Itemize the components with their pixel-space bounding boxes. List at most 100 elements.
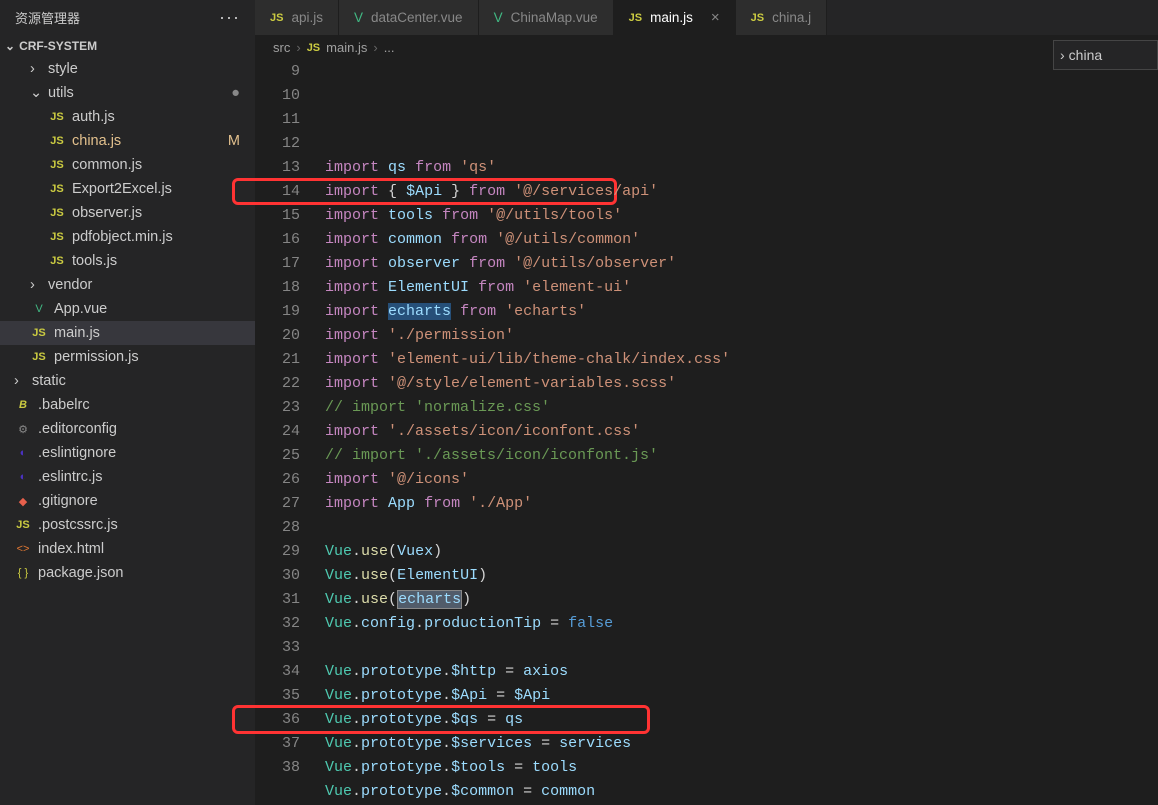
tree-item-observer-js[interactable]: JS observer.js bbox=[0, 201, 255, 225]
tree-item--eslintignore[interactable]: ◐.eslintignore bbox=[0, 441, 255, 465]
tree-item--gitignore[interactable]: ◆.gitignore bbox=[0, 489, 255, 513]
tree-item-label: observer.js bbox=[72, 205, 142, 221]
code-line[interactable]: import ElementUI from 'element-ui' bbox=[325, 276, 1158, 300]
breadcrumb-src[interactable]: src bbox=[273, 40, 290, 55]
code-line[interactable]: import App from './App' bbox=[325, 492, 1158, 516]
chevron-down-icon: ⌄ bbox=[5, 39, 15, 53]
line-number: 12 bbox=[255, 132, 300, 156]
tree-item-auth-js[interactable]: JSauth.js bbox=[0, 105, 255, 129]
vue-icon: V bbox=[354, 10, 363, 25]
tree-item--editorconfig[interactable]: ⚙.editorconfig bbox=[0, 417, 255, 441]
code-line[interactable]: Vue.prototype.$services = services bbox=[325, 732, 1158, 756]
tree-item-style[interactable]: ›style bbox=[0, 57, 255, 81]
line-number: 18 bbox=[255, 276, 300, 300]
code-line[interactable]: import '@/style/element-variables.scss' bbox=[325, 372, 1158, 396]
line-number: 13 bbox=[255, 156, 300, 180]
code-line[interactable]: import tools from '@/utils/tools' bbox=[325, 204, 1158, 228]
code-line[interactable] bbox=[325, 516, 1158, 540]
close-icon[interactable]: × bbox=[711, 9, 720, 26]
breadcrumb-rest[interactable]: ... bbox=[384, 40, 395, 55]
code-line[interactable]: import './permission' bbox=[325, 324, 1158, 348]
tree-item-package-json[interactable]: { }package.json bbox=[0, 561, 255, 585]
tree-item--babelrc[interactable]: B.babelrc bbox=[0, 393, 255, 417]
code-line[interactable]: Vue.use(Vuex) bbox=[325, 540, 1158, 564]
vue-icon: V bbox=[494, 10, 503, 25]
code-line[interactable]: Vue.prototype.$Api = $Api bbox=[325, 684, 1158, 708]
tree-item-main-js[interactable]: JSmain.js bbox=[0, 321, 255, 345]
line-number: 9 bbox=[255, 60, 300, 84]
tab-main-js[interactable]: JS main.js × bbox=[614, 0, 736, 35]
tab-dataCenter-vue[interactable]: VdataCenter.vue bbox=[339, 0, 479, 35]
tree-item-label: .postcssrc.js bbox=[38, 517, 118, 533]
line-number: 34 bbox=[255, 660, 300, 684]
code-line[interactable]: Vue.use(echarts) bbox=[325, 588, 1158, 612]
line-number: 22 bbox=[255, 372, 300, 396]
project-title[interactable]: ⌄ CRF-SYSTEM bbox=[0, 35, 255, 57]
tree-item-tools-js[interactable]: JStools.js bbox=[0, 249, 255, 273]
code-line[interactable]: Vue.prototype.$common = common bbox=[325, 780, 1158, 804]
tree-item-static[interactable]: ›static bbox=[0, 369, 255, 393]
code-line[interactable]: import observer from '@/utils/observer' bbox=[325, 252, 1158, 276]
tree-item-utils[interactable]: ⌄utils● bbox=[0, 81, 255, 105]
code-line[interactable]: import common from '@/utils/common' bbox=[325, 228, 1158, 252]
code-line[interactable]: Vue.prototype.$tools = tools bbox=[325, 756, 1158, 780]
code-line[interactable] bbox=[325, 636, 1158, 660]
tree-item-label: .editorconfig bbox=[38, 421, 117, 437]
status-badge: ● bbox=[231, 85, 240, 101]
js-icon: JS bbox=[629, 12, 642, 24]
code-line[interactable]: import { $Api } from '@/services/api' bbox=[325, 180, 1158, 204]
js-icon: JS bbox=[270, 12, 283, 24]
code-line[interactable]: import echarts from 'echarts' bbox=[325, 300, 1158, 324]
tree-item-label: tools.js bbox=[72, 253, 117, 269]
icon-js-icon: JS bbox=[48, 159, 66, 171]
status-badge: M bbox=[228, 133, 240, 149]
tree-item-vendor[interactable]: ›vendor bbox=[0, 273, 255, 297]
tree-item-common-js[interactable]: JScommon.js bbox=[0, 153, 255, 177]
line-number: 38 bbox=[255, 756, 300, 780]
icon-babel-icon: B bbox=[14, 399, 32, 411]
code-content[interactable]: import qs from 'qs'import { $Api } from … bbox=[325, 60, 1158, 805]
tree-item-Export2Excel-js[interactable]: JSExport2Excel.js bbox=[0, 177, 255, 201]
breadcrumb-file[interactable]: main.js bbox=[326, 40, 367, 55]
chevron-right-icon: › bbox=[30, 277, 42, 293]
tab-china-j[interactable]: JSchina.j bbox=[736, 0, 828, 35]
icon-eslint-icon: ◐ bbox=[14, 447, 32, 459]
code-line[interactable]: import qs from 'qs' bbox=[325, 156, 1158, 180]
tree-item--eslintrc-js[interactable]: ◐.eslintrc.js bbox=[0, 465, 255, 489]
code-area[interactable]: 9101112131415161718192021222324252627282… bbox=[255, 60, 1158, 805]
icon-json-icon: { } bbox=[14, 567, 32, 579]
tree-item-index-html[interactable]: <>index.html bbox=[0, 537, 255, 561]
icon-js-icon: JS bbox=[30, 351, 48, 363]
line-number: 21 bbox=[255, 348, 300, 372]
code-line[interactable]: Vue.prototype.$qs = qs bbox=[325, 708, 1158, 732]
icon-js-icon: JS bbox=[48, 207, 66, 219]
line-number: 14 bbox=[255, 180, 300, 204]
icon-js-icon: JS bbox=[48, 135, 66, 147]
outline-panel[interactable]: › china bbox=[1053, 40, 1158, 70]
tree-item-permission-js[interactable]: JSpermission.js bbox=[0, 345, 255, 369]
line-number: 33 bbox=[255, 636, 300, 660]
tree-item-china-js[interactable]: JSchina.jsM bbox=[0, 129, 255, 153]
tab-api-js[interactable]: JSapi.js bbox=[255, 0, 339, 35]
tab-ChinaMap-vue[interactable]: V ChinaMap.vue bbox=[479, 0, 614, 35]
code-line[interactable]: // import 'normalize.css' bbox=[325, 396, 1158, 420]
code-line[interactable]: Vue.use(ElementUI) bbox=[325, 564, 1158, 588]
tree-item-pdfobject-min-js[interactable]: JSpdfobject.min.js bbox=[0, 225, 255, 249]
editor-area: src › JS main.js › ... › china 910111213… bbox=[255, 35, 1158, 805]
code-line[interactable]: import 'element-ui/lib/theme-chalk/index… bbox=[325, 348, 1158, 372]
code-line[interactable]: import './assets/icon/iconfont.css' bbox=[325, 420, 1158, 444]
breadcrumb[interactable]: src › JS main.js › ... bbox=[255, 35, 1158, 60]
tab-label: ChinaMap.vue bbox=[511, 10, 598, 25]
tree-item-App-vue[interactable]: VApp.vue bbox=[0, 297, 255, 321]
line-number: 35 bbox=[255, 684, 300, 708]
code-line[interactable]: Vue.config.productionTip = false bbox=[325, 612, 1158, 636]
explorer-more-icon[interactable]: ··· bbox=[219, 7, 240, 28]
chevron-right-icon: › bbox=[296, 40, 300, 55]
tree-item--postcssrc-js[interactable]: JS.postcssrc.js bbox=[0, 513, 255, 537]
tree-item-label: utils bbox=[48, 85, 74, 101]
code-line[interactable]: // import './assets/icon/iconfont.js' bbox=[325, 444, 1158, 468]
tree-item-label: static bbox=[32, 373, 66, 389]
code-line[interactable]: Vue.prototype.$http = axios bbox=[325, 660, 1158, 684]
code-line[interactable]: import '@/icons' bbox=[325, 468, 1158, 492]
tab-label: main.js bbox=[650, 10, 693, 25]
